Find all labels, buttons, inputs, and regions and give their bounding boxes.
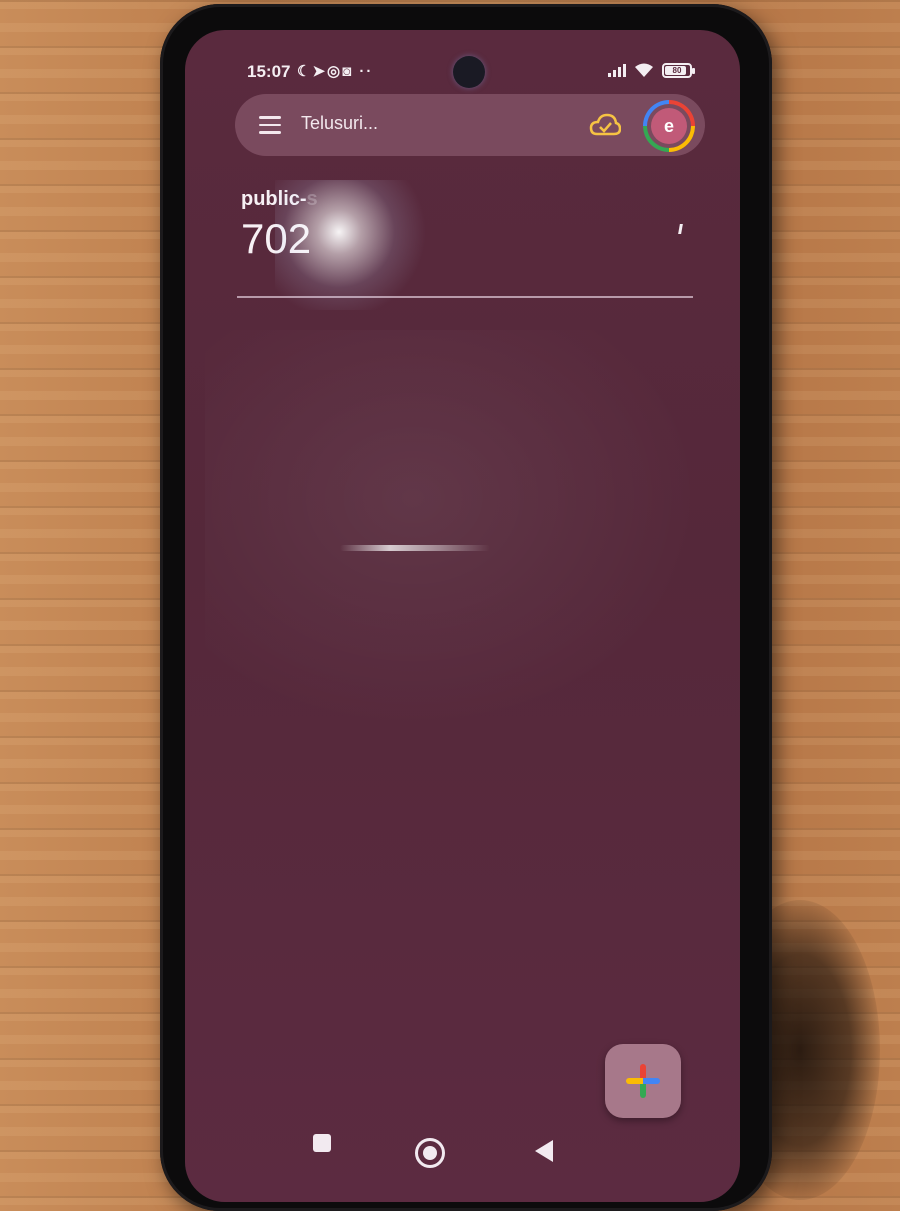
hamburger-menu-icon[interactable] [259, 116, 281, 134]
battery-icon: 80 [662, 62, 695, 78]
home-button[interactable] [415, 1138, 445, 1168]
search-bar[interactable]: Telusuri... e [235, 94, 705, 156]
navigation-bar [185, 1128, 740, 1178]
divider [237, 296, 693, 298]
wifi-icon [634, 62, 654, 78]
phone-screen: 15:07 ☾➤◎◙ ·· 80 Telusuri... e public-s … [185, 30, 740, 1202]
add-note-button[interactable] [605, 1044, 681, 1118]
status-time: 15:07 [247, 62, 291, 81]
wifi-info: public-s 702 [241, 188, 701, 263]
wifi-password-value[interactable]: 702 [241, 215, 701, 263]
system-status-icons: 80 [608, 62, 695, 78]
front-camera [453, 56, 485, 88]
screen-smudge [205, 330, 725, 750]
back-button[interactable] [535, 1140, 553, 1162]
signal-icon [608, 63, 626, 77]
cloud-sync-icon[interactable] [589, 112, 622, 138]
avatar[interactable]: e [651, 108, 687, 144]
battery-percentage: 80 [672, 65, 682, 75]
notification-icons: ☾➤◎◙ ·· [297, 63, 374, 80]
status-bar: 15:07 ☾➤◎◙ ·· 80 [185, 56, 740, 88]
plus-icon [626, 1064, 660, 1098]
search-input[interactable]: Telusuri... [301, 113, 378, 134]
light-reflection [340, 545, 490, 551]
account-avatar-ring[interactable]: e [643, 100, 695, 152]
wifi-network-label: public-s [241, 188, 318, 210]
recents-button[interactable] [313, 1134, 331, 1152]
